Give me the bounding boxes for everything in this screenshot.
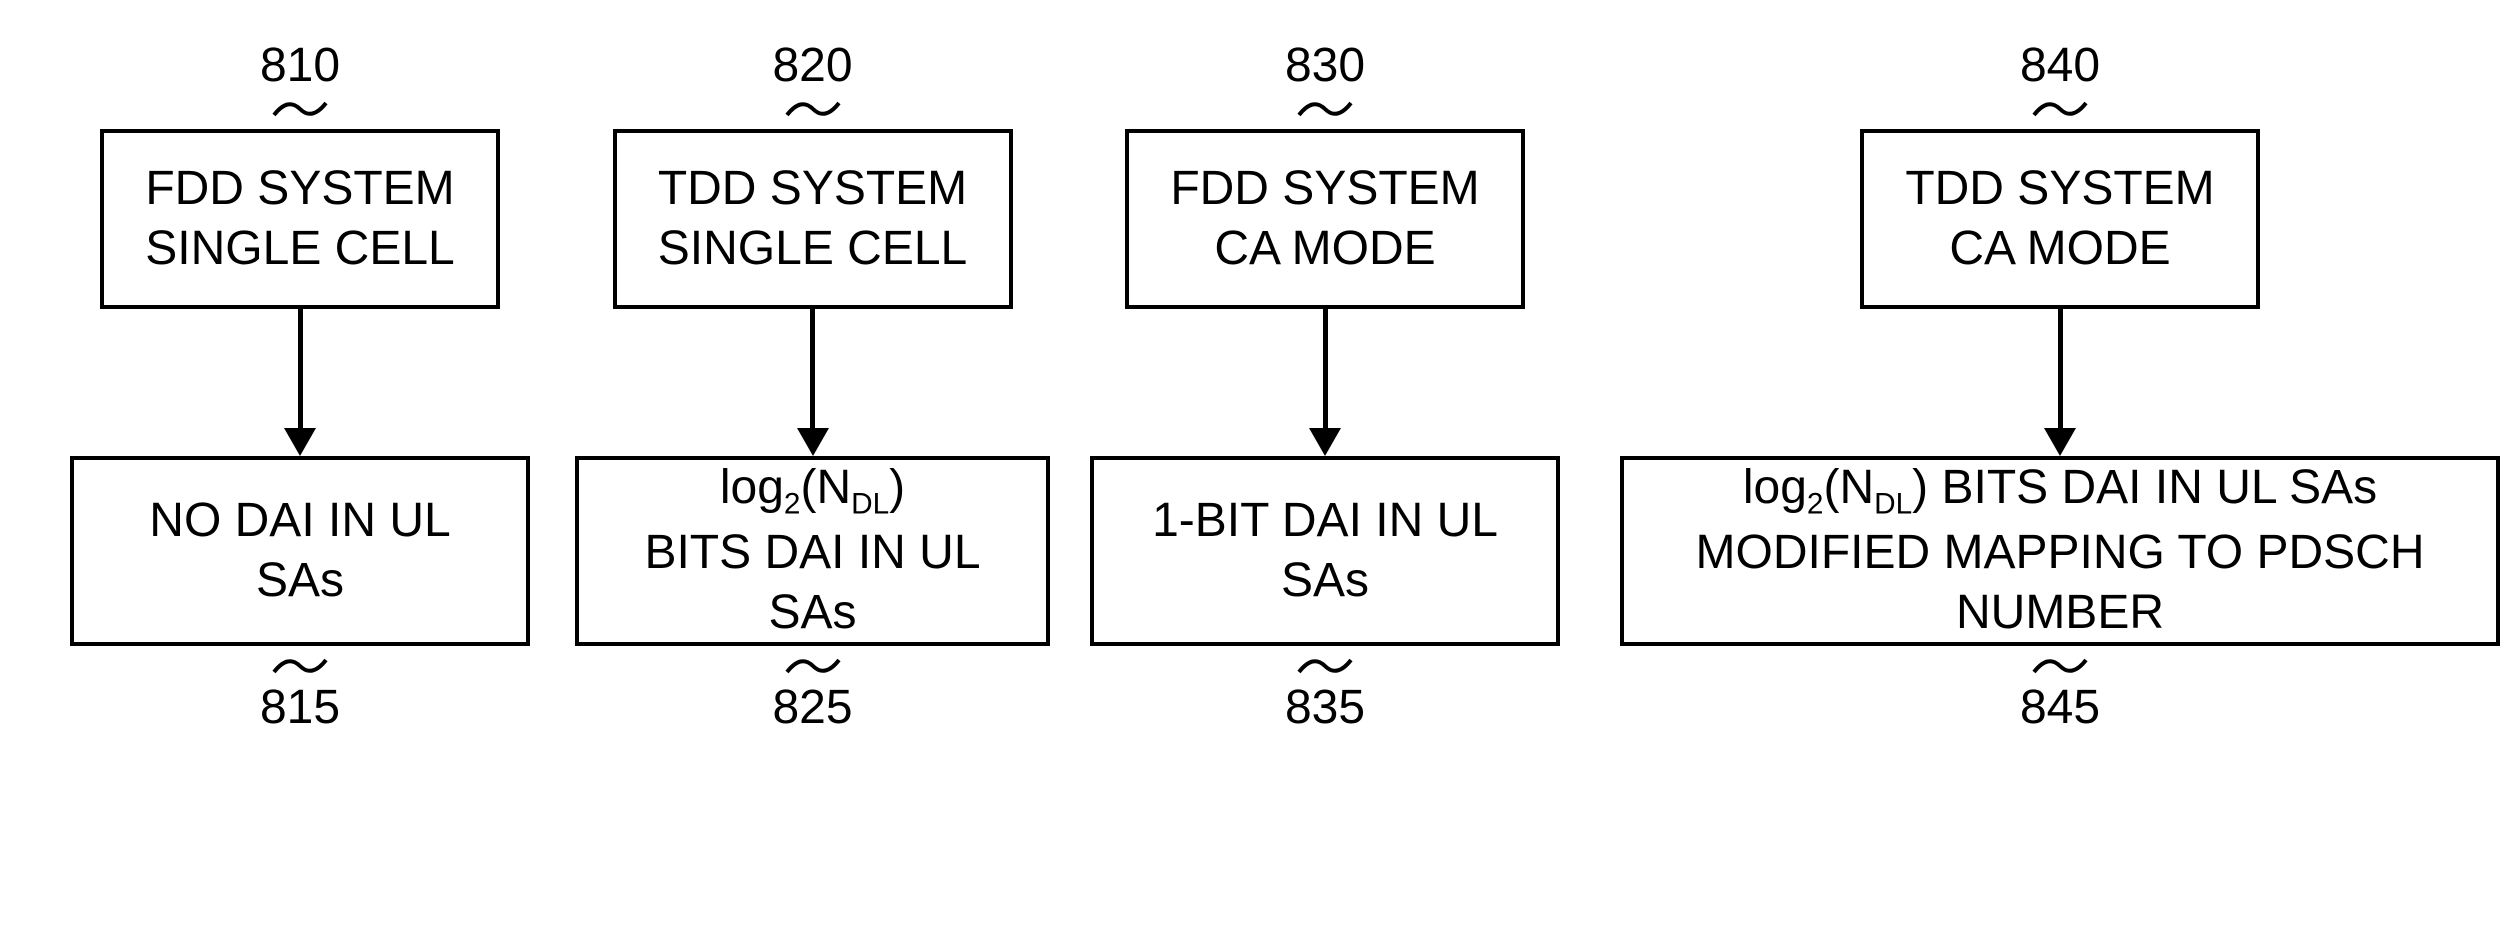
box-line: CA MODE [1949,219,2170,279]
box-line: TDD SYSTEM [658,159,967,219]
top-box-tdd-single: TDD SYSTEM SINGLE CELL [613,129,1013,309]
bottom-box-no-dai: NO DAI IN UL SAs [70,456,530,646]
reference-numeral-top: 830 [1285,40,1365,93]
box-line: 1-BIT DAI IN UL SAs [1122,491,1528,611]
reference-numeral-bottom: 845 [2020,682,2100,735]
reference-numeral-top: 820 [772,40,852,93]
reference-numeral-top: 840 [2020,40,2100,93]
arrow-down [1309,309,1341,456]
box-line: MODIFIED MAPPING TO PDSCH NUMBER [1652,523,2468,643]
box-line: SINGLE CELL [145,219,454,279]
arrow-down [2044,309,2076,456]
lead-line-tilde [1295,95,1355,123]
box-line: FDD SYSTEM [145,159,454,219]
top-box-tdd-ca: TDD SYSTEM CA MODE [1860,129,2260,309]
box-line: NO DAI IN UL SAs [102,491,498,611]
top-box-fdd-single: FDD SYSTEM SINGLE CELL [100,129,500,309]
diagram-column: 840 TDD SYSTEM CA MODE log2(NDL) BITS DA… [1620,40,2500,735]
top-box-fdd-ca: FDD SYSTEM CA MODE [1125,129,1525,309]
bottom-box-log-dai-modified: log2(NDL) BITS DAI IN UL SAs MODIFIED MA… [1620,456,2500,646]
reference-numeral-bottom: 815 [260,682,340,735]
lead-line-tilde [270,95,330,123]
lead-line-tilde [270,652,330,680]
box-line: CA MODE [1214,219,1435,279]
reference-numeral-bottom: 825 [772,682,852,735]
formula-line: log2(NDL) BITS DAI IN UL SAs [1743,458,2377,523]
box-line: FDD SYSTEM [1170,159,1479,219]
box-line: TDD SYSTEM [1905,159,2214,219]
arrow-down [797,309,829,456]
lead-line-tilde [2030,95,2090,123]
lead-line-tilde [1295,652,1355,680]
lead-line-tilde [783,652,843,680]
formula-line: log2(NDL) [720,458,905,523]
reference-numeral-top: 810 [260,40,340,93]
box-line: BITS DAI IN UL SAs [607,523,1018,643]
diagram-column: 820 TDD SYSTEM SINGLE CELL log2(NDL) BIT… [575,40,1050,735]
box-line: SINGLE CELL [658,219,967,279]
diagram-column: 830 FDD SYSTEM CA MODE 1-BIT DAI IN UL S… [1090,40,1560,735]
lead-line-tilde [2030,652,2090,680]
lead-line-tilde [783,95,843,123]
bottom-box-1bit-dai: 1-BIT DAI IN UL SAs [1090,456,1560,646]
bottom-box-log-dai: log2(NDL) BITS DAI IN UL SAs [575,456,1050,646]
diagram-column: 810 FDD SYSTEM SINGLE CELL NO DAI IN UL … [70,40,530,735]
reference-numeral-bottom: 835 [1285,682,1365,735]
arrow-down [284,309,316,456]
